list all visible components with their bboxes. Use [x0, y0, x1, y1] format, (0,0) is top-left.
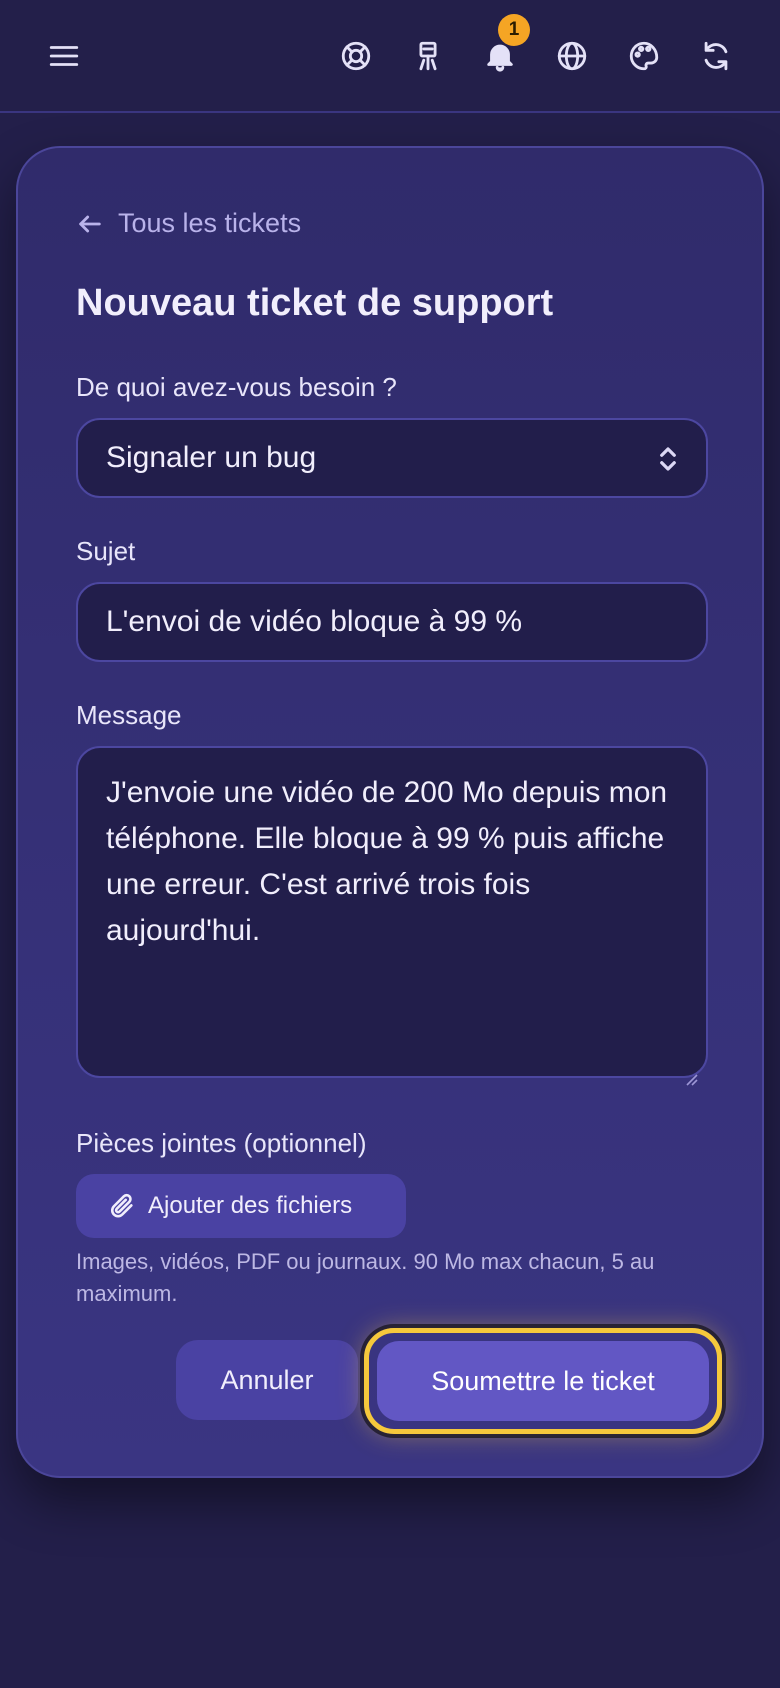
chevron-up-down-icon	[656, 444, 680, 482]
attachments-hint: Images, vidéos, PDF ou journaux. 90 Mo m…	[76, 1249, 655, 1306]
message-label: Message	[76, 700, 182, 730]
support-ticket-card: Tous les tickets Nouveau ticket de suppo…	[16, 146, 764, 1478]
refresh-icon[interactable]	[688, 28, 744, 84]
submit-button-focus-ring: Soumettre le ticket	[364, 1328, 722, 1434]
request-type-value: Signaler un bug	[106, 441, 317, 474]
add-files-label: Ajouter des fichiers	[148, 1192, 353, 1219]
page-title: Nouveau ticket de support	[76, 282, 554, 324]
add-files-button[interactable]: Ajouter des fichiers	[76, 1174, 406, 1238]
paperclip-icon	[111, 1193, 133, 1218]
globe-icon[interactable]	[544, 28, 600, 84]
submit-ticket-button[interactable]: Soumettre le ticket	[377, 1341, 709, 1421]
request-type-label: De quoi avez-vous besoin ?	[76, 372, 397, 402]
subject-value: L'envoi de vidéo bloque à 99 %	[106, 605, 523, 638]
menu-icon[interactable]	[36, 28, 92, 84]
subject-input[interactable]: L'envoi de vidéo bloque à 99 %	[76, 582, 708, 662]
request-type-select[interactable]: Signaler un bug	[76, 418, 708, 498]
top-bar: 1	[0, 0, 780, 113]
message-textarea[interactable]: J'envoie une vidéo de 200 Mo depuis mon …	[76, 746, 708, 1086]
message-value: J'envoie une vidéo de 200 Mo depuis mon …	[106, 776, 668, 947]
notification-badge: 1	[498, 14, 530, 46]
lifebuoy-icon[interactable]	[328, 28, 384, 84]
cancel-button[interactable]: Annuler	[176, 1340, 358, 1420]
chalkboard-icon[interactable]	[400, 28, 456, 84]
bell-icon[interactable]: 1	[472, 14, 530, 84]
resize-handle-icon[interactable]	[684, 1054, 698, 1086]
palette-icon[interactable]	[616, 28, 672, 84]
attachments-label: Pièces jointes (optionnel)	[76, 1128, 367, 1158]
back-link-label: Tous les tickets	[118, 208, 302, 238]
subject-label: Sujet	[76, 536, 136, 566]
back-to-tickets-link[interactable]: Tous les tickets	[76, 208, 301, 239]
arrow-left-icon	[79, 215, 101, 232]
